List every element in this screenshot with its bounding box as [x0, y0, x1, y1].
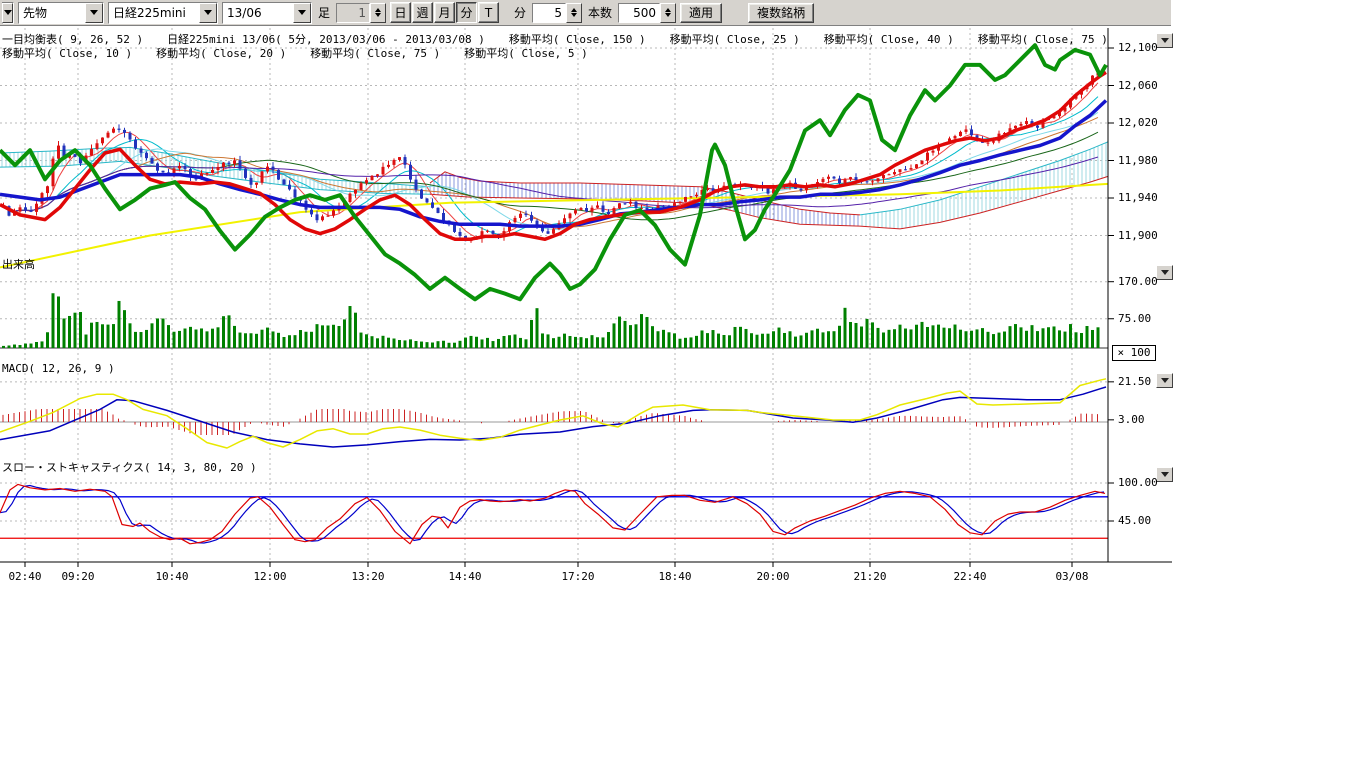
time-axis-label: 20:00	[751, 570, 795, 583]
time-axis-label: 18:40	[653, 570, 697, 583]
price-axis-label: 12,100	[1118, 41, 1158, 54]
volume-pane-title: 出来高	[2, 258, 35, 271]
stochastics-pane-title: スロー・ストキャスティクス( 14, 3, 80, 20 )	[2, 461, 257, 474]
chevron-down-icon	[1161, 378, 1169, 383]
collapse-volume-pane-button[interactable]	[1156, 265, 1173, 280]
legend-item: 移動平均( Close, 10 )	[2, 45, 132, 61]
chart-canvas[interactable]	[0, 0, 1366, 600]
time-axis-label: 22:40	[948, 570, 992, 583]
legend-item: 移動平均( Close, 5 )	[464, 45, 587, 61]
legend-item: 移動平均( Close, 40 )	[824, 31, 954, 47]
price-axis-label: 12,060	[1118, 79, 1158, 92]
stochastics-axis-label: 45.00	[1118, 514, 1151, 527]
collapse-stochastics-pane-button[interactable]	[1156, 467, 1173, 482]
macd-axis-label: 21.50	[1118, 375, 1151, 388]
time-axis-label: 14:40	[443, 570, 487, 583]
legend-item: 移動平均( Close, 20 )	[156, 45, 286, 61]
legend-row-2: 移動平均( Close, 10 ) 移動平均( Close, 20 ) 移動平均( …	[2, 45, 588, 61]
price-axis-label: 12,020	[1118, 116, 1158, 129]
price-axis-label: 11,900	[1118, 229, 1158, 242]
collapse-macd-pane-button[interactable]	[1156, 373, 1173, 388]
time-axis-label: 10:40	[150, 570, 194, 583]
price-axis-label: 11,940	[1118, 191, 1158, 204]
time-axis-label: 02:40	[3, 570, 47, 583]
legend-item: 移動平均( Close, 75 )	[310, 45, 440, 61]
chart-application-window: { "toolbar": { "market_value": "先物", "sy…	[0, 0, 1366, 768]
price-axis-label: 11,980	[1118, 154, 1158, 167]
macd-pane-title: MACD( 12, 26, 9 )	[2, 362, 115, 375]
macd-axis-label: 3.00	[1118, 413, 1145, 426]
chevron-down-icon	[1161, 270, 1169, 275]
volume-axis-label: 75.00	[1118, 312, 1151, 325]
volume-axis-label: 170.00	[1118, 275, 1158, 288]
legend-item: 移動平均( Close, 25 )	[670, 31, 800, 47]
legend-item: 移動平均( Close, 75 )	[978, 31, 1108, 47]
volume-multiplier-badge: × 100	[1112, 345, 1156, 361]
stochastics-axis-label: 100.00	[1118, 476, 1158, 489]
chevron-down-icon	[1161, 472, 1169, 477]
time-axis-label: 13:20	[346, 570, 390, 583]
collapse-price-pane-button[interactable]	[1156, 33, 1173, 48]
time-axis-label: 21:20	[848, 570, 892, 583]
time-axis-label: 09:20	[56, 570, 100, 583]
time-axis-label: 12:00	[248, 570, 292, 583]
chevron-down-icon	[1161, 38, 1169, 43]
time-axis-label: 17:20	[556, 570, 600, 583]
time-axis-label: 03/08	[1050, 570, 1094, 583]
